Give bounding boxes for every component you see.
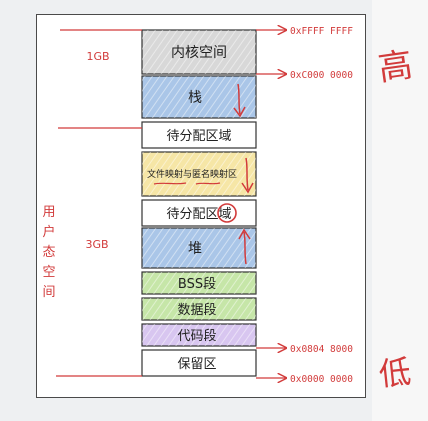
segment-mmap: 文件映射与匿名映射区: [141, 151, 257, 197]
segment-label-data: 数据段: [177, 303, 216, 318]
user-space-char: 态: [42, 245, 55, 260]
segment-label-unallocated-1: 待分配区域: [166, 129, 231, 144]
user-space-char: 空: [42, 265, 55, 280]
segment-reserved: 保留区: [141, 349, 257, 377]
segment-heap: 堆: [141, 227, 257, 269]
segment-unallocated-2: 待分配区域: [141, 199, 257, 227]
segment-label-heap: 堆: [188, 241, 202, 257]
segment-bss: BSS段: [141, 271, 257, 295]
user-space-vertical-label: 用 户 态 空 间: [42, 205, 55, 300]
user-size-label: 3GB: [85, 238, 108, 251]
segment-label-code: 代码段: [177, 329, 216, 344]
annotation-high: 高: [376, 45, 415, 89]
kernel-size-label: 1GB: [86, 50, 109, 63]
address-bottom: 0x0000 0000: [290, 374, 353, 385]
memory-layout-figure: 内核空间 栈 待分配区域 文件映射与匿名映射区 待分配区域 堆 BSS段 数据段…: [0, 0, 428, 421]
segment-label-reserved: 保留区: [177, 357, 216, 372]
segment-data: 数据段: [141, 297, 257, 321]
address-top: 0xFFFF FFFF: [290, 26, 353, 37]
annotation-low: 低: [377, 352, 413, 393]
user-space-char: 户: [42, 224, 55, 240]
address-kernel-start: 0xC000 0000: [290, 70, 353, 81]
user-space-char: 用: [42, 205, 55, 220]
memory-diagram: 内核空间 栈 待分配区域 文件映射与匿名映射区 待分配区域 堆 BSS段 数据段…: [42, 0, 415, 394]
segment-unallocated-1: 待分配区域: [141, 121, 257, 149]
segment-kernel: 内核空间: [141, 29, 257, 75]
segment-code: 代码段: [141, 323, 257, 347]
segment-label-mmap: 文件映射与匿名映射区: [147, 168, 237, 180]
user-space-char: 间: [42, 285, 55, 300]
segment-label-bss: BSS段: [178, 277, 216, 292]
address-code-start: 0x0804 8000: [290, 344, 353, 355]
segment-label-kernel: 内核空间: [171, 45, 227, 61]
segment-label-stack: 栈: [188, 90, 202, 106]
